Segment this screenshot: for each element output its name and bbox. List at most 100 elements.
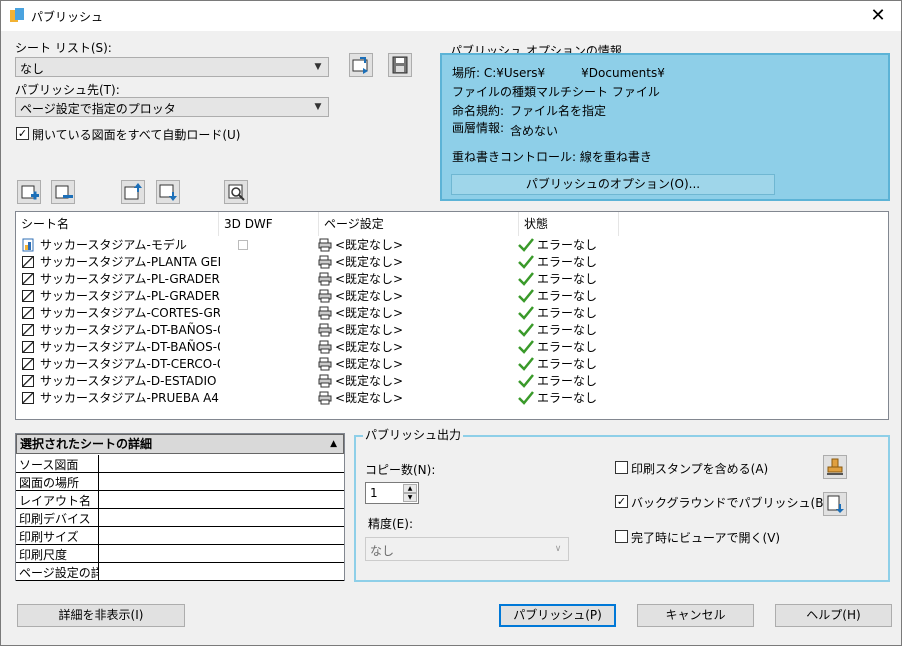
chevron-down-icon: ▼: [314, 62, 322, 72]
table-row[interactable]: サッカースタジアム-D-ESTADIO (2 <既定なし> エラーなし: [16, 373, 636, 390]
publish-output-heading: パブリッシュ出力: [363, 426, 464, 443]
details-divider: [98, 527, 99, 545]
page-setup-icon: [318, 340, 332, 354]
layout-sheet-icon: [22, 392, 34, 404]
page-setup-cell: <既定なし>: [335, 306, 404, 320]
details-key: 印刷デバイス: [19, 512, 91, 526]
details-key: 図面の場所: [19, 476, 80, 490]
page-setup-cell: <既定なし>: [335, 374, 404, 388]
details-row: ソース図面: [16, 455, 344, 473]
details-divider: [98, 491, 99, 509]
precision-value: なし: [370, 544, 395, 558]
details-key: レイアウト名: [19, 494, 92, 508]
copies-value: 1: [370, 486, 378, 500]
move-sheet-up-button[interactable]: [121, 180, 145, 204]
info-overwrite: 重ね書きコントロール: 線を重ね書き: [452, 150, 652, 164]
autoload-label: 開いている図面をすべて自動ロード(U): [32, 128, 241, 142]
table-row[interactable]: サッカースタジアム-PRUEBA A4 <既定なし> エラーなし: [16, 390, 636, 407]
layout-sheet-icon: [22, 358, 34, 370]
help-button[interactable]: ヘルプ(H): [775, 604, 892, 627]
publish-dialog: パブリッシュ ✕ シート リスト(S): なし ▼ パブリッシュ先(T): ペー…: [0, 0, 902, 646]
spin-down-icon[interactable]: ▼: [403, 493, 417, 502]
status-cell: エラーなし: [537, 374, 598, 388]
table-row[interactable]: サッカースタジアム-モデル <既定なし> エラーなし: [16, 237, 636, 254]
status-cell: エラーなし: [537, 272, 598, 286]
table-row[interactable]: サッカースタジアム-PL-GRADERIO <既定なし> エラーなし: [16, 288, 636, 305]
sheet-name-cell: サッカースタジアム-D-ESTADIO (2: [40, 374, 220, 388]
status-check-icon: [518, 340, 534, 354]
window-title: パブリッシュ: [31, 10, 104, 24]
dwf3d-checkbox[interactable]: [238, 240, 248, 250]
load-sheet-list-button[interactable]: [349, 53, 373, 77]
sheet-name-cell: サッカースタジアム-PL-GRADERIO: [40, 289, 220, 303]
close-button[interactable]: ✕: [855, 1, 901, 31]
layout-sheet-icon: [22, 290, 34, 302]
collapse-up-icon[interactable]: ▲: [330, 435, 337, 453]
details-key: ページ設定の詳: [19, 566, 99, 580]
save-icon: [392, 56, 408, 74]
move-up-icon: [124, 183, 142, 200]
page-setup-cell: <既定なし>: [335, 272, 404, 286]
column-header-3d-dwf[interactable]: 3D DWF: [219, 212, 319, 236]
preview-button[interactable]: [224, 180, 248, 204]
page-setup-icon: [318, 306, 332, 320]
status-cell: エラーなし: [537, 306, 598, 320]
status-check-icon: [518, 306, 534, 320]
preview-magnifier-icon: [228, 184, 245, 201]
sheet-name-cell: サッカースタジアム-DT-BAÑOS-0:: [40, 340, 220, 354]
publish-button[interactable]: パブリッシュ(P): [499, 604, 616, 627]
column-header-page-setup[interactable]: ページ設定: [319, 212, 519, 236]
app-icon: [10, 8, 24, 22]
details-header[interactable]: 選択されたシートの詳細 ▲: [16, 434, 344, 454]
print-stamp-checkbox[interactable]: [615, 461, 628, 474]
background-publish-checkbox[interactable]: ✓: [615, 495, 628, 508]
status-check-icon: [518, 238, 534, 252]
table-row[interactable]: サッカースタジアム-DT-CERCO-0 <既定なし> エラーなし: [16, 356, 636, 373]
cancel-button[interactable]: キャンセル: [637, 604, 754, 627]
page-setup-cell: <既定なし>: [335, 238, 404, 252]
sheet-name-cell: サッカースタジアム-モデル: [40, 238, 187, 252]
status-cell: エラーなし: [537, 238, 598, 252]
sheet-list-table[interactable]: シート名 3D DWF ページ設定 状態 サッカースタジアム-モデル <既定なし>…: [15, 211, 889, 420]
precision-combo[interactable]: なし ∨: [365, 537, 569, 561]
add-sheets-button[interactable]: [17, 180, 41, 204]
details-divider: [98, 545, 99, 563]
table-row[interactable]: サッカースタジアム-PL-GRADERIO <既定なし> エラーなし: [16, 271, 636, 288]
background-settings-button[interactable]: [823, 492, 847, 516]
status-check-icon: [518, 255, 534, 269]
status-cell: エラーなし: [537, 323, 598, 337]
sheet-list-combo[interactable]: なし ▼: [15, 57, 329, 77]
copies-spinner[interactable]: 1 ▲ ▼: [365, 482, 419, 504]
layout-sheet-icon: [22, 307, 34, 319]
publish-options-button[interactable]: パブリッシュのオプション(O)...: [451, 174, 775, 195]
move-sheet-down-button[interactable]: [156, 180, 180, 204]
copies-label: コピー数(N):: [365, 463, 436, 477]
table-row[interactable]: サッカースタジアム-CORTES-GRA <既定なし> エラーなし: [16, 305, 636, 322]
status-check-icon: [518, 357, 534, 371]
publish-to-label: パブリッシュ先(T):: [15, 83, 120, 97]
remove-sheets-button[interactable]: [51, 180, 75, 204]
details-divider: [98, 473, 99, 491]
open-viewer-checkbox[interactable]: [615, 530, 628, 543]
model-sheet-icon: [22, 238, 34, 252]
page-setup-icon: [318, 323, 332, 337]
spin-up-icon[interactable]: ▲: [403, 484, 417, 493]
publish-to-combo[interactable]: ページ設定で指定のプロッタ ▼: [15, 97, 329, 117]
status-check-icon: [518, 289, 534, 303]
details-row: 印刷サイズ: [16, 527, 344, 545]
background-publish-label: バックグラウンドでパブリッシュ(B): [631, 496, 829, 510]
table-row[interactable]: サッカースタジアム-DT-BAÑOS-0 <既定なし> エラーなし: [16, 322, 636, 339]
save-sheet-list-button[interactable]: [388, 53, 412, 77]
autoload-checkbox[interactable]: ✓: [16, 127, 29, 140]
column-header-sheet-name[interactable]: シート名: [16, 212, 219, 236]
layout-sheet-icon: [22, 324, 34, 336]
status-cell: エラーなし: [537, 340, 598, 354]
stamp-settings-button[interactable]: [823, 455, 847, 479]
table-row[interactable]: サッカースタジアム-DT-BAÑOS-0: <既定なし> エラーなし: [16, 339, 636, 356]
column-header-status[interactable]: 状態: [519, 212, 619, 236]
page-setup-icon: [318, 255, 332, 269]
hide-details-button[interactable]: 詳細を非表示(I): [17, 604, 185, 627]
page-setup-icon: [318, 374, 332, 388]
layout-sheet-icon: [22, 273, 34, 285]
table-row[interactable]: サッカースタジアム-PLANTA GENE <既定なし> エラーなし: [16, 254, 636, 271]
